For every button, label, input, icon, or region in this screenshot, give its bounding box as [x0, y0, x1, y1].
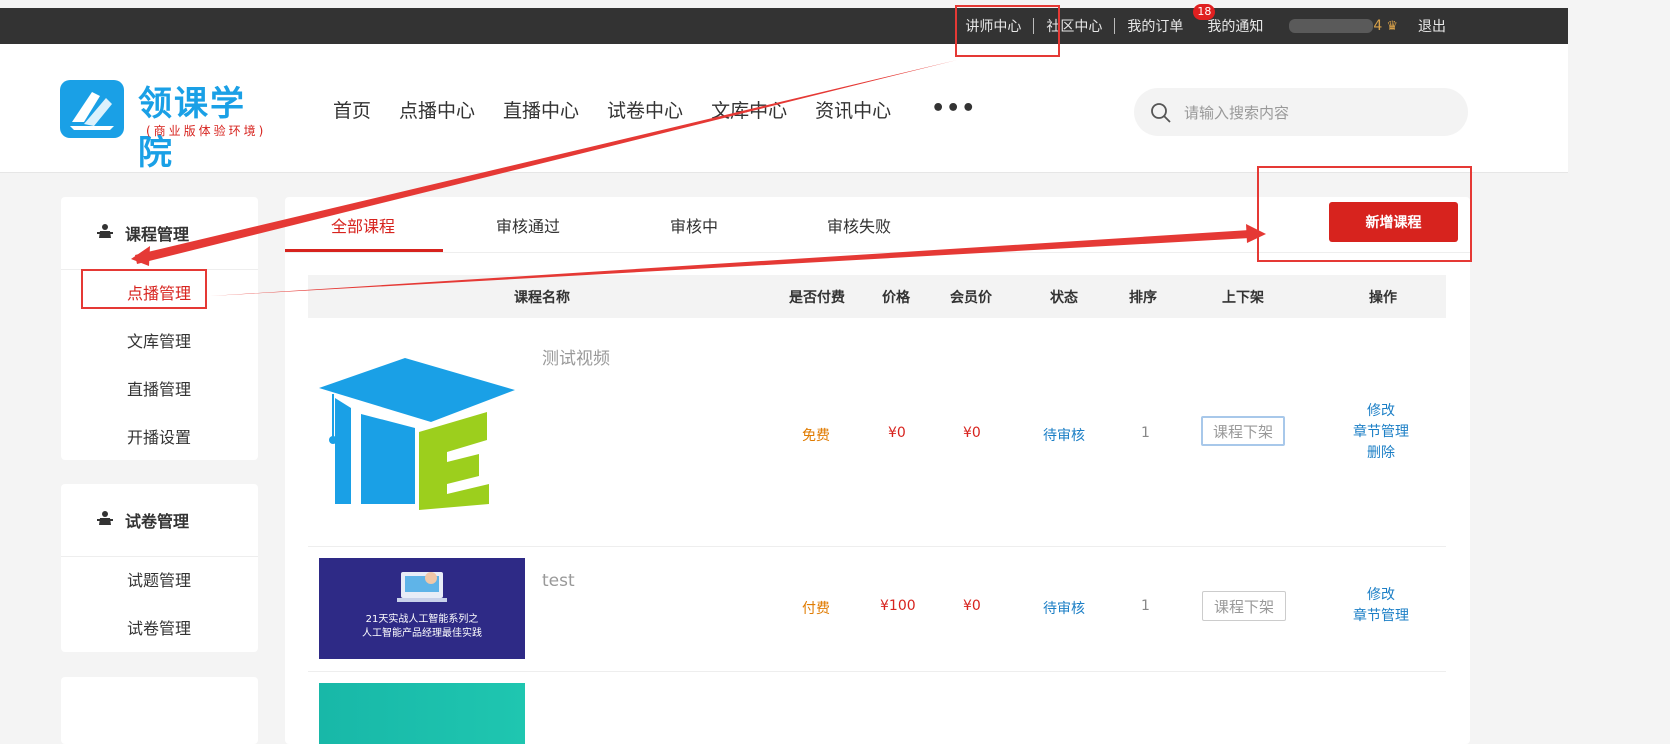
sidebar-item-broadcast-settings[interactable]: 开播设置: [61, 414, 258, 462]
sidebar-item-paper-management[interactable]: 试卷管理: [61, 605, 258, 653]
sidebar-item-question-management[interactable]: 试题管理: [61, 557, 258, 605]
col-sort: 排序: [1129, 290, 1157, 306]
main-nav: 首页 点播中心 直播中心 试卷中心 文库中心 资讯中心 •••: [333, 96, 1004, 123]
tab-approved[interactable]: 审核通过: [496, 213, 560, 237]
exam-management-title: 试卷管理: [125, 512, 190, 531]
member-price: ¥0: [963, 598, 981, 614]
logo-subtitle: (商业版体验环境): [146, 124, 267, 138]
table-header: 课程名称 是否付费 价格 会员价 状态 排序 上下架 操作: [308, 275, 1446, 318]
row-actions: 修改 章节管理: [1338, 585, 1424, 627]
exam-management-panel: 试卷管理 试题管理 试卷管理: [61, 484, 258, 652]
take-down-course-button[interactable]: 课程下架: [1202, 591, 1286, 621]
my-notifications-label: 我的通知: [1207, 19, 1264, 35]
sort-order: 1: [1141, 598, 1150, 614]
col-status: 状态: [1050, 290, 1078, 306]
tab-review-failed[interactable]: 审核失败: [827, 213, 891, 237]
site-logo[interactable]: 领课学院 (商业版体验环境): [60, 76, 280, 173]
thumbnail-caption-line-1: 21天实战人工智能系列之: [365, 614, 479, 625]
course-management-panel: 课程管理 点播管理 文库管理 直播管理 开播设置: [61, 197, 258, 460]
ai-illustration-icon: [319, 558, 525, 659]
col-price: 价格: [882, 290, 910, 306]
exam-management-heading: 试卷管理: [61, 484, 258, 557]
annotation-box-teacher-center: [955, 5, 1060, 57]
annotation-box-add-course: [1257, 166, 1472, 262]
table-row: 测试视频 免费 ¥0 ¥0 待审核 1 课程下架 修改 章节管理 删除: [308, 318, 1446, 547]
edit-link[interactable]: 修改: [1338, 585, 1424, 606]
course-list-panel: 全部课程 审核通过 审核中 审核失败 新增课程 课程名称 是否付费 价格 会员价…: [285, 197, 1470, 744]
search-icon[interactable]: [1150, 102, 1172, 128]
course-price: ¥100: [880, 598, 916, 614]
sort-order: 1: [1141, 425, 1150, 441]
nav-more-icon[interactable]: •••: [931, 96, 976, 123]
my-notifications-link[interactable]: 18 我的通知: [1193, 4, 1275, 36]
review-status: 待审核: [1043, 428, 1085, 444]
delete-link[interactable]: 删除: [1338, 443, 1424, 464]
col-shelf: 上下架: [1222, 290, 1264, 306]
row-actions: 修改 章节管理 删除: [1338, 401, 1424, 464]
course-thumbnail[interactable]: [319, 354, 525, 510]
active-tab-indicator: [285, 249, 443, 252]
chapter-management-link[interactable]: 章节管理: [1338, 422, 1424, 443]
next-sidebar-panel: [61, 677, 258, 744]
crown-icon: ♛: [1386, 18, 1398, 34]
edit-link[interactable]: 修改: [1338, 401, 1424, 422]
course-thumbnail[interactable]: 21天实战人工智能系列之 人工智能产品经理最佳实践: [319, 558, 525, 659]
tab-under-review[interactable]: 审核中: [670, 213, 718, 237]
col-member-price: 会员价: [950, 290, 992, 306]
course-management-title: 课程管理: [125, 225, 190, 244]
thumbnail-caption-line-2: 人工智能产品经理最佳实践: [362, 628, 482, 639]
person-icon: [97, 510, 113, 530]
course-price: ¥0: [888, 425, 906, 441]
logout-link[interactable]: 退出: [1406, 16, 1458, 36]
notification-count-badge: 18: [1193, 4, 1216, 20]
sidebar-item-library-management[interactable]: 文库管理: [61, 318, 258, 366]
person-icon: [97, 223, 113, 243]
nav-vod-center[interactable]: 点播中心: [399, 96, 475, 123]
col-paid: 是否付费: [789, 290, 845, 306]
my-orders-link[interactable]: 我的订单: [1115, 16, 1195, 36]
course-title[interactable]: 测试视频: [542, 344, 610, 369]
top-bar: 讲师中心 社区中心 我的订单 18 我的通知 4 ♛ 退出: [0, 4, 1568, 44]
paid-status: 付费: [802, 601, 830, 617]
nav-exam-center[interactable]: 试卷中心: [607, 96, 683, 123]
col-course-name: 课程名称: [514, 290, 570, 306]
course-thumbnail[interactable]: [319, 683, 525, 744]
sidebar-item-live-management[interactable]: 直播管理: [61, 366, 258, 414]
chapter-management-link[interactable]: 章节管理: [1338, 606, 1424, 627]
nav-library-center[interactable]: 文库中心: [711, 96, 787, 123]
annotation-box-vod-management: [81, 269, 207, 309]
blurred-username[interactable]: [1289, 19, 1374, 33]
nav-news-center[interactable]: 资讯中心: [815, 96, 891, 123]
course-management-heading: 课程管理: [61, 197, 258, 270]
member-price: ¥0: [963, 425, 981, 441]
graduation-cap-logo-icon: [319, 358, 515, 510]
nav-home[interactable]: 首页: [333, 96, 371, 123]
course-title[interactable]: test: [542, 571, 575, 591]
col-actions: 操作: [1369, 290, 1397, 306]
search-box: [1134, 88, 1468, 136]
user-level-number: 4: [1373, 18, 1383, 34]
nav-live-center[interactable]: 直播中心: [503, 96, 579, 123]
take-down-course-button[interactable]: 课程下架: [1201, 416, 1285, 446]
paid-status: 免费: [802, 428, 830, 444]
table-row: 21天实战人工智能系列之 人工智能产品经理最佳实践 test 付费 ¥100 ¥…: [308, 547, 1446, 672]
tab-all-courses[interactable]: 全部课程: [331, 213, 395, 237]
search-input[interactable]: [1182, 98, 1456, 128]
review-status: 待审核: [1043, 601, 1085, 617]
logo-book-icon: [60, 80, 124, 138]
site-header: 领课学院 (商业版体验环境) 首页 点播中心 直播中心 试卷中心 文库中心 资讯…: [0, 44, 1568, 173]
